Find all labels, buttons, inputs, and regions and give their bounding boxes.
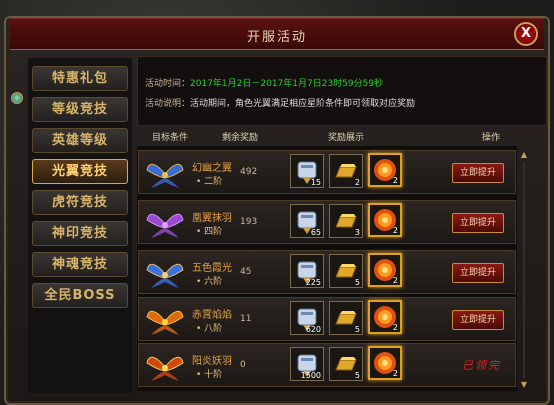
- reward-qty: 15: [310, 178, 321, 187]
- wing-shape: [146, 263, 184, 288]
- wing-name: 阳炎妖羽: [192, 356, 232, 367]
- reward-slot-gold[interactable]: 2: [329, 154, 363, 188]
- reward-slot-scroll[interactable]: 15: [290, 154, 324, 188]
- wing-shape: [146, 310, 184, 335]
- sidebar-item-wing-contest[interactable]: 光翼竞技: [32, 159, 128, 184]
- wing-level: • 八阶: [196, 324, 223, 334]
- sidebar-item-soul-contest[interactable]: 神魂竞技: [32, 252, 128, 277]
- gem-icon: [11, 92, 23, 104]
- reward-qty: 620: [305, 325, 321, 334]
- reward-slot-scroll[interactable]: 225: [290, 254, 324, 288]
- reward-qty: 5: [354, 371, 360, 380]
- wing-level: • 十阶: [196, 370, 223, 380]
- remaining-count: 0: [240, 360, 246, 370]
- activity-time-value: 2017年1月2日－2017年1月7日23时59分59秒: [190, 79, 384, 89]
- header-rewards: 奖励展示: [328, 133, 365, 143]
- reward-slot-gold[interactable]: 5: [329, 347, 363, 381]
- wing-name: 赤霄焰焰: [192, 310, 232, 321]
- close-button[interactable]: X: [514, 22, 538, 46]
- activity-time-line: 活动时间：2017年1月2日－2017年1月7日23时59分59秒: [145, 76, 383, 89]
- sidebar-item-tiger-contest[interactable]: 虎符竞技: [32, 190, 128, 215]
- sidebar-item-seal-contest[interactable]: 神印竞技: [32, 221, 128, 246]
- remaining-count: 492: [240, 167, 258, 177]
- sidebar-item-discount-pack[interactable]: 特惠礼包: [32, 66, 128, 91]
- reward-slot-orb[interactable]: 2: [368, 346, 402, 380]
- claimed-label: 已领完: [462, 359, 501, 372]
- upgrade-button[interactable]: 立即提升: [452, 310, 504, 330]
- wing-level: • 二阶: [196, 177, 223, 187]
- header-target: 目标条件: [152, 133, 189, 143]
- upgrade-button[interactable]: 立即提升: [452, 213, 504, 233]
- sidebar-item-world-boss[interactable]: 全民BOSS: [32, 283, 128, 308]
- reward-qty: 2: [354, 178, 360, 187]
- wing-shape: [146, 213, 184, 238]
- remaining-count: 11: [240, 314, 252, 324]
- scrollbar[interactable]: ▲ ▼: [519, 150, 529, 390]
- reward-qty: 5: [354, 278, 360, 287]
- wing-name: 凰翼抹羽: [192, 213, 232, 224]
- scroll-down-icon[interactable]: ▼: [519, 380, 529, 390]
- upgrade-button[interactable]: 立即提升: [452, 263, 504, 283]
- wing-shape: [146, 356, 184, 381]
- reward-qty: 5: [354, 325, 360, 334]
- activity-desc-value: 活动期间，角色光翼满足相应星阶条件即可领取对应奖励: [190, 99, 416, 109]
- reward-qty: 2: [392, 323, 398, 332]
- remaining-count: 193: [240, 217, 258, 227]
- reward-qty: 65: [310, 228, 321, 237]
- reward-qty: 225: [305, 278, 321, 287]
- wing-level: • 六阶: [196, 277, 223, 287]
- sidebar-item-hero-level[interactable]: 英雄等级: [32, 128, 128, 153]
- wing-level: • 四阶: [196, 227, 223, 237]
- header-action: 操作: [482, 133, 501, 143]
- reward-slot-gold[interactable]: 5: [329, 254, 363, 288]
- wing-icon: [146, 263, 184, 288]
- wing-shape: [146, 163, 184, 188]
- remaining-count: 45: [240, 267, 252, 277]
- reward-slot-scroll[interactable]: 65: [290, 204, 324, 238]
- reward-slot-gold[interactable]: 5: [329, 301, 363, 335]
- wing-icon: [146, 356, 184, 381]
- reward-qty: 2: [392, 176, 398, 185]
- reward-qty: 2: [392, 369, 398, 378]
- reward-slot-orb[interactable]: 2: [368, 300, 402, 334]
- reward-slot-gold[interactable]: 3: [329, 204, 363, 238]
- activity-time-label: 活动时间：: [145, 79, 191, 89]
- reward-slot-orb[interactable]: 2: [368, 253, 402, 287]
- wing-icon: [146, 163, 184, 188]
- reward-qty: 2: [392, 226, 398, 235]
- wing-name: 五色霞光: [192, 263, 232, 274]
- reward-slot-scroll[interactable]: 1500: [290, 347, 324, 381]
- wing-icon: [146, 310, 184, 335]
- upgrade-button[interactable]: 立即提升: [452, 163, 504, 183]
- scroll-up-icon[interactable]: ▲: [519, 150, 529, 160]
- reward-qty: 1500: [300, 371, 321, 380]
- activity-info-panel: [137, 56, 547, 126]
- window-title: 开服活动: [246, 30, 307, 45]
- reward-slot-orb[interactable]: 2: [368, 153, 402, 187]
- wing-icon: [146, 213, 184, 238]
- sidebar-item-level-contest[interactable]: 等级竞技: [32, 97, 128, 122]
- scroll-track[interactable]: [523, 162, 525, 378]
- header-remaining: 剩余奖励: [222, 133, 259, 143]
- activity-desc-line: 活动说明：活动期间，角色光翼满足相应星阶条件即可领取对应奖励: [145, 96, 415, 109]
- wing-name: 幻幽之翼: [192, 163, 232, 174]
- reward-slot-scroll[interactable]: 620: [290, 301, 324, 335]
- reward-slot-orb[interactable]: 2: [368, 203, 402, 237]
- activity-desc-label: 活动说明：: [145, 99, 191, 109]
- reward-qty: 3: [354, 228, 360, 237]
- reward-qty: 2: [392, 276, 398, 285]
